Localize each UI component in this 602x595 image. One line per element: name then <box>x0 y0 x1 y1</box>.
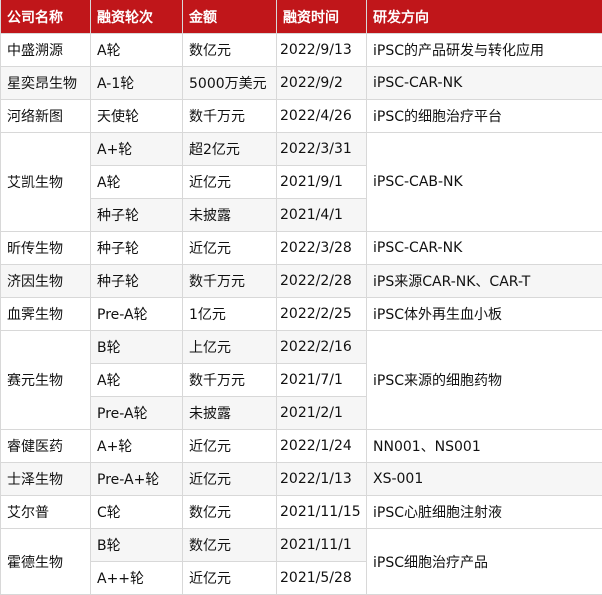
company-cell: 艾凯生物 <box>1 133 91 232</box>
date-cell: 2021/5/28 <box>277 562 367 595</box>
amount-cell: 未披露 <box>183 199 277 232</box>
header-amount: 金额 <box>183 0 277 34</box>
table-row: 血霁生物 Pre-A轮 1亿元 2022/2/25 iPSC体外再生血小板 <box>1 298 602 331</box>
direction-cell: iPS来源CAR-NK、CAR-T <box>367 265 602 298</box>
date-cell: 2022/1/24 <box>277 430 367 463</box>
table-row: 睿健医药 A+轮 近亿元 2022/1/24 NN001、NS001 <box>1 430 602 463</box>
date-cell: 2021/11/1 <box>277 529 367 562</box>
table-row: 赛元生物 B轮 上亿元 2022/2/16 iPSC来源的细胞药物 <box>1 331 602 364</box>
amount-cell: 未披露 <box>183 397 277 430</box>
round-cell: C轮 <box>91 496 183 529</box>
amount-cell: 数亿元 <box>183 529 277 562</box>
round-cell: 种子轮 <box>91 232 183 265</box>
round-cell: A++轮 <box>91 562 183 595</box>
round-cell: A+轮 <box>91 430 183 463</box>
company-cell: 昕传生物 <box>1 232 91 265</box>
direction-cell: iPSC来源的细胞药物 <box>367 331 602 430</box>
round-cell: 种子轮 <box>91 199 183 232</box>
date-cell: 2022/3/28 <box>277 232 367 265</box>
direction-cell: iPSC的产品研发与转化应用 <box>367 34 602 67</box>
amount-cell: 1亿元 <box>183 298 277 331</box>
header-company: 公司名称 <box>1 0 91 34</box>
round-cell: A轮 <box>91 166 183 199</box>
table-row: 霍德生物 B轮 数亿元 2021/11/1 iPSC细胞治疗产品 <box>1 529 602 562</box>
company-cell: 血霁生物 <box>1 298 91 331</box>
financing-table: 公司名称 融资轮次 金额 融资时间 研发方向 中盛溯源 A轮 数亿元 2022/… <box>0 0 602 595</box>
date-cell: 2021/2/1 <box>277 397 367 430</box>
amount-cell: 数千万元 <box>183 364 277 397</box>
amount-cell: 数千万元 <box>183 265 277 298</box>
amount-cell: 近亿元 <box>183 430 277 463</box>
date-cell: 2022/2/28 <box>277 265 367 298</box>
date-cell: 2021/9/1 <box>277 166 367 199</box>
date-cell: 2022/3/31 <box>277 133 367 166</box>
direction-cell: iPSC细胞治疗产品 <box>367 529 602 595</box>
header-direction: 研发方向 <box>367 0 602 34</box>
amount-cell: 上亿元 <box>183 331 277 364</box>
date-cell: 2022/9/13 <box>277 34 367 67</box>
table-row: 济因生物 种子轮 数千万元 2022/2/28 iPS来源CAR-NK、CAR-… <box>1 265 602 298</box>
table-row: 艾凯生物 A+轮 超2亿元 2022/3/31 iPSC-CAB-NK <box>1 133 602 166</box>
date-cell: 2021/11/15 <box>277 496 367 529</box>
amount-cell: 近亿元 <box>183 166 277 199</box>
company-cell: 河络新图 <box>1 100 91 133</box>
round-cell: A轮 <box>91 34 183 67</box>
round-cell: Pre-A轮 <box>91 298 183 331</box>
company-cell: 艾尔普 <box>1 496 91 529</box>
company-cell: 睿健医药 <box>1 430 91 463</box>
direction-cell: iPSC-CAR-NK <box>367 232 602 265</box>
direction-cell: NN001、NS001 <box>367 430 602 463</box>
date-cell: 2022/9/2 <box>277 67 367 100</box>
date-cell: 2022/4/26 <box>277 100 367 133</box>
company-cell: 士泽生物 <box>1 463 91 496</box>
round-cell: Pre-A轮 <box>91 397 183 430</box>
amount-cell: 超2亿元 <box>183 133 277 166</box>
direction-cell: iPSC心脏细胞注射液 <box>367 496 602 529</box>
round-cell: B轮 <box>91 529 183 562</box>
table-row: 星奕昂生物 A-1轮 5000万美元 2022/9/2 iPSC-CAR-NK <box>1 67 602 100</box>
amount-cell: 数亿元 <box>183 496 277 529</box>
direction-cell: iPSC-CAB-NK <box>367 133 602 232</box>
company-cell: 赛元生物 <box>1 331 91 430</box>
company-cell: 星奕昂生物 <box>1 67 91 100</box>
header-date: 融资时间 <box>277 0 367 34</box>
round-cell: A轮 <box>91 364 183 397</box>
company-cell: 中盛溯源 <box>1 34 91 67</box>
amount-cell: 近亿元 <box>183 562 277 595</box>
amount-cell: 数亿元 <box>183 34 277 67</box>
table-row: 昕传生物 种子轮 近亿元 2022/3/28 iPSC-CAR-NK <box>1 232 602 265</box>
amount-cell: 数千万元 <box>183 100 277 133</box>
round-cell: 天使轮 <box>91 100 183 133</box>
direction-cell: iPSC-CAR-NK <box>367 67 602 100</box>
amount-cell: 5000万美元 <box>183 67 277 100</box>
direction-cell: XS-001 <box>367 463 602 496</box>
amount-cell: 近亿元 <box>183 463 277 496</box>
company-cell: 济因生物 <box>1 265 91 298</box>
company-cell: 霍德生物 <box>1 529 91 595</box>
amount-cell: 近亿元 <box>183 232 277 265</box>
header-round: 融资轮次 <box>91 0 183 34</box>
date-cell: 2021/4/1 <box>277 199 367 232</box>
date-cell: 2022/2/25 <box>277 298 367 331</box>
table-row: 中盛溯源 A轮 数亿元 2022/9/13 iPSC的产品研发与转化应用 <box>1 34 602 67</box>
date-cell: 2021/7/1 <box>277 364 367 397</box>
date-cell: 2022/2/16 <box>277 331 367 364</box>
direction-cell: iPSC的细胞治疗平台 <box>367 100 602 133</box>
header-row: 公司名称 融资轮次 金额 融资时间 研发方向 <box>1 0 602 34</box>
table-row: 艾尔普 C轮 数亿元 2021/11/15 iPSC心脏细胞注射液 <box>1 496 602 529</box>
table-row: 士泽生物 Pre-A+轮 近亿元 2022/1/13 XS-001 <box>1 463 602 496</box>
direction-cell: iPSC体外再生血小板 <box>367 298 602 331</box>
round-cell: Pre-A+轮 <box>91 463 183 496</box>
round-cell: A-1轮 <box>91 67 183 100</box>
round-cell: B轮 <box>91 331 183 364</box>
table-row: 河络新图 天使轮 数千万元 2022/4/26 iPSC的细胞治疗平台 <box>1 100 602 133</box>
round-cell: 种子轮 <box>91 265 183 298</box>
round-cell: A+轮 <box>91 133 183 166</box>
date-cell: 2022/1/13 <box>277 463 367 496</box>
